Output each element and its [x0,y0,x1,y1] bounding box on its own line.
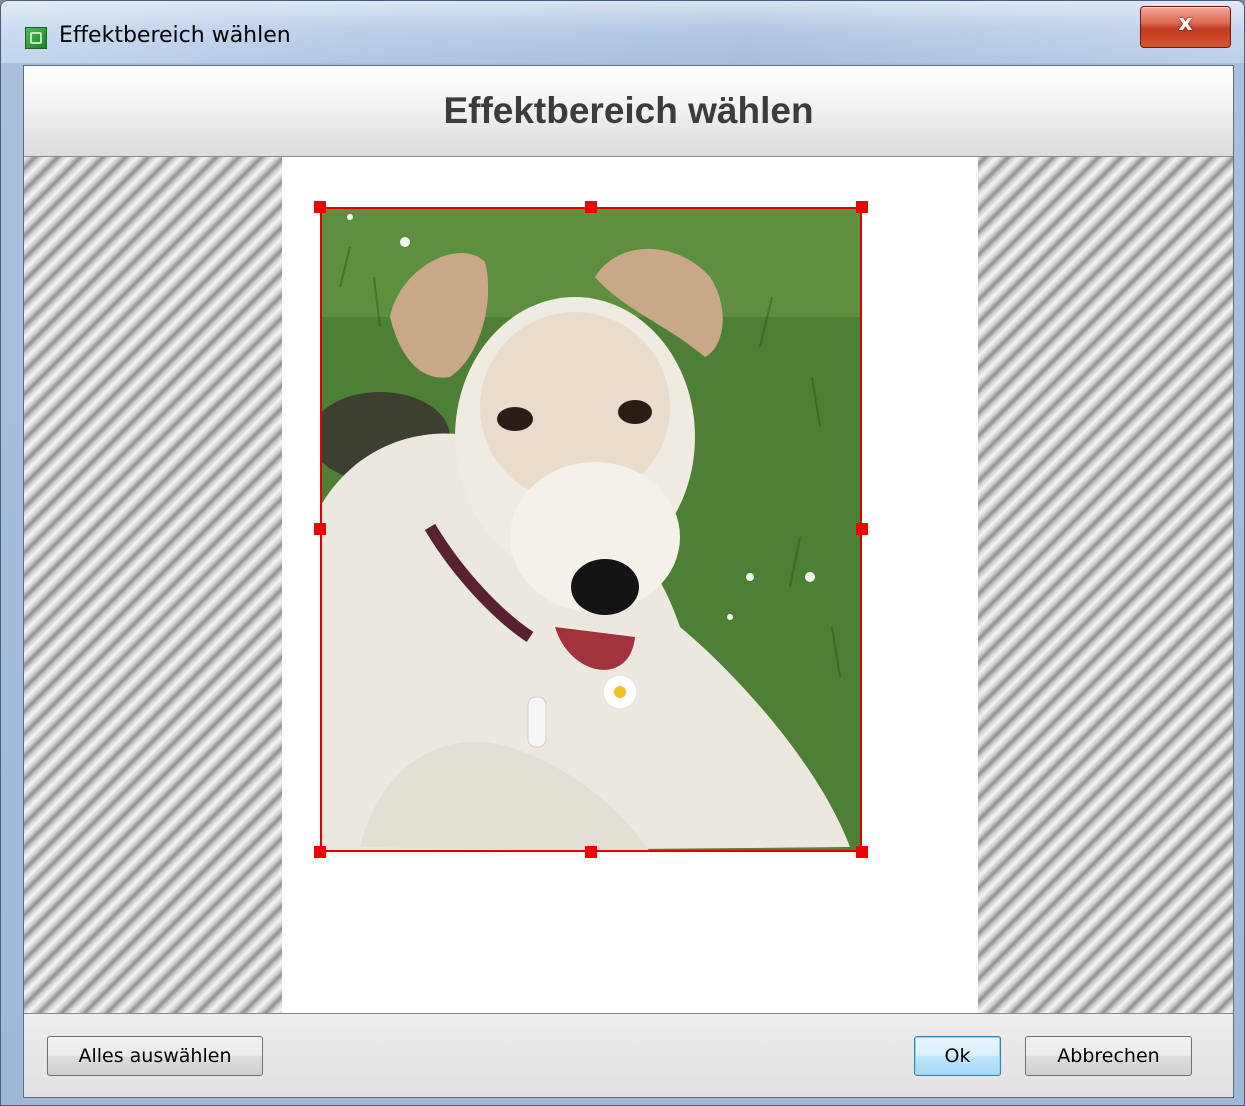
selection-handle-right[interactable] [856,523,868,535]
dialog-footer: Alles auswählen Ok Abbrechen [24,1013,1233,1097]
dialog-window: Effektbereich wählen x Effektbereich wäh… [0,0,1245,1106]
effect-area-selection[interactable] [320,207,862,852]
dialog-heading: Effektbereich wählen [443,90,814,131]
dialog-client-area: Effektbereich wählen Alles auswählen Ok … [23,65,1234,1098]
close-button[interactable]: x [1140,6,1231,48]
title-bar[interactable]: Effektbereich wählen x [1,1,1244,63]
selection-handle-top-left[interactable] [314,201,326,213]
cancel-button[interactable]: Abbrechen [1025,1036,1192,1076]
select-all-button[interactable]: Alles auswählen [47,1036,263,1076]
preview-area [24,157,1233,1013]
selection-handle-left[interactable] [314,523,326,535]
selection-handle-top[interactable] [585,201,597,213]
app-icon [25,27,47,49]
selection-handle-bottom-right[interactable] [856,846,868,858]
selection-handle-bottom-left[interactable] [314,846,326,858]
window-title: Effektbereich wählen [59,23,291,48]
ok-button[interactable]: Ok [914,1036,1001,1076]
dialog-header: Effektbereich wählen [24,66,1233,157]
close-icon: x [1178,11,1193,36]
selection-handle-top-right[interactable] [856,201,868,213]
selection-handle-bottom[interactable] [585,846,597,858]
image-canvas[interactable] [282,157,978,1013]
